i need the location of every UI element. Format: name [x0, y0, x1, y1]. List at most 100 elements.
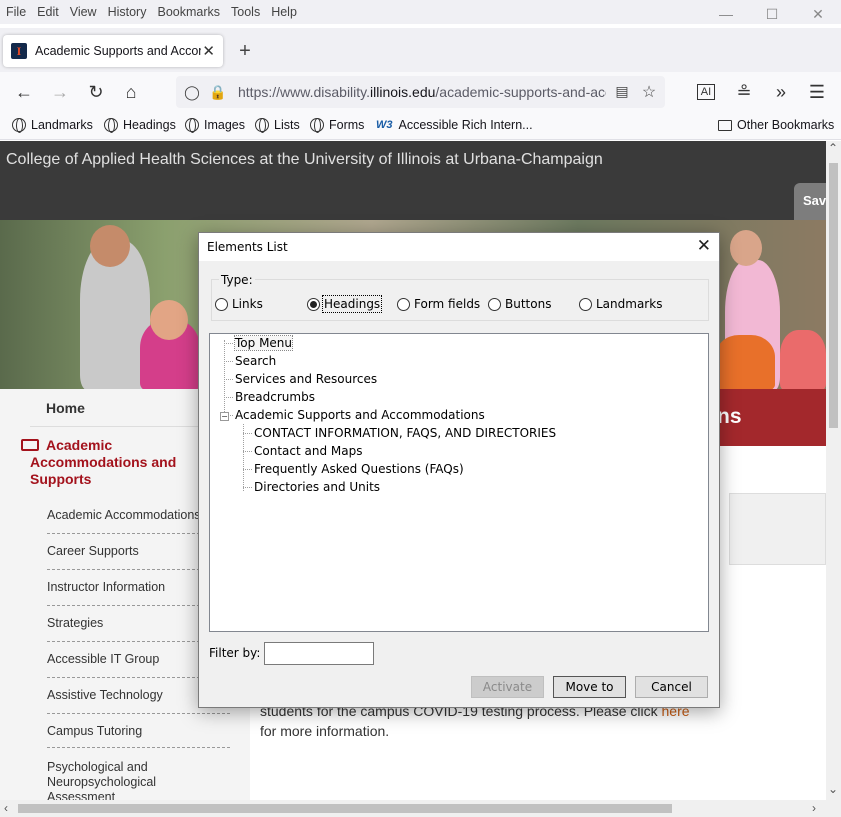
tree-line [243, 424, 244, 491]
bookmark-lists[interactable]: Lists [255, 118, 300, 133]
college-name[interactable]: College of Applied Health Sciences at th… [6, 151, 603, 169]
scroll-left-icon[interactable]: ‹ [4, 801, 8, 815]
url-suffix: /academic-supports-and-accommodations [435, 84, 606, 100]
radio-links[interactable]: Links [215, 297, 263, 311]
radio-form-fields[interactable]: Form fields [397, 297, 480, 311]
lock-icon[interactable]: 🔒 [208, 84, 228, 101]
nav-home[interactable]: Home [46, 400, 85, 416]
scroll-down-icon[interactable]: ⌄ [828, 782, 838, 796]
folder-icon [718, 119, 732, 131]
radio-circle[interactable] [579, 297, 592, 311]
person-figure [780, 330, 826, 389]
sidebar-box [729, 493, 826, 565]
url-bar[interactable]: ◯ 🔒 https://www.disability.illinois.edu/… [176, 76, 665, 108]
tree-item[interactable]: Search [235, 354, 276, 368]
tree-line [224, 379, 233, 380]
home-icon[interactable]: ⌂ [119, 80, 143, 104]
sync-extension-icon[interactable]: ≗ [732, 80, 756, 104]
page-heading: ns [717, 405, 742, 428]
other-bookmarks-label: Other Bookmarks [737, 118, 835, 132]
forward-icon[interactable]: → [48, 80, 72, 104]
bookmark-landmarks[interactable]: Landmarks [12, 118, 93, 133]
vertical-scrollbar[interactable]: ⌃ ⌄ [826, 141, 841, 800]
menu-tools[interactable]: Tools [231, 5, 260, 19]
subnav-item[interactable]: Psychological and Neuropsychological Ass… [47, 760, 197, 800]
tree-item[interactable]: Academic Supports and Accommodations [235, 408, 485, 422]
bookmark-star-icon[interactable]: ☆ [639, 82, 659, 102]
bookmark-images[interactable]: Images [185, 118, 245, 133]
bookmark-headings[interactable]: Headings [104, 118, 176, 133]
ai-extension-icon[interactable]: AI [697, 84, 715, 100]
tree-item[interactable]: Services and Resources [235, 372, 377, 386]
tree-item[interactable]: Contact and Maps [254, 444, 362, 458]
menu-bookmarks[interactable]: Bookmarks [157, 5, 220, 19]
scroll-thumb[interactable] [18, 804, 672, 813]
section-title[interactable]: Academic Accommodations and Supports [30, 437, 210, 488]
cancel-button[interactable]: Cancel [635, 676, 708, 698]
bookmark-label: Images [204, 118, 245, 132]
radio-circle-selected[interactable] [307, 297, 320, 311]
horizontal-scrollbar[interactable]: ‹ › [0, 800, 841, 817]
radio-buttons[interactable]: Buttons [488, 297, 551, 311]
radio-circle[interactable] [215, 297, 228, 311]
menu-file[interactable]: File [6, 5, 26, 19]
save-tab[interactable]: Sav [794, 183, 826, 220]
w3c-icon: W3 [376, 119, 393, 131]
scroll-right-icon[interactable]: › [812, 801, 816, 815]
radio-headings[interactable]: Headings [307, 295, 383, 313]
move-to-button[interactable]: Move to [553, 676, 626, 698]
minimize-icon[interactable]: — [703, 0, 749, 28]
new-tab-icon[interactable]: + [234, 40, 256, 63]
tree-item[interactable]: Breadcrumbs [235, 390, 315, 404]
collapse-icon[interactable]: − [220, 412, 229, 421]
close-icon[interactable]: ✕ [697, 236, 711, 256]
bookmark-forms[interactable]: Forms [310, 118, 364, 133]
radio-label: Links [232, 297, 263, 311]
radio-landmarks[interactable]: Landmarks [579, 297, 662, 311]
overflow-chevrons-icon[interactable]: » [769, 80, 793, 104]
reload-icon[interactable]: ↻ [84, 80, 108, 104]
maximize-icon[interactable]: ☐ [749, 0, 795, 28]
shield-icon[interactable]: ◯ [182, 84, 202, 101]
tree-item[interactable]: Directories and Units [254, 480, 380, 494]
radio-label: Headings [321, 295, 383, 313]
bookmarks-bar: Landmarks Headings Images Lists Forms W3… [0, 112, 841, 140]
menu-history[interactable]: History [108, 5, 147, 19]
globe-icon [255, 118, 269, 133]
url-text[interactable]: https://www.disability.illinois.edu/acad… [238, 84, 606, 100]
bookmark-label: Landmarks [31, 118, 93, 132]
tab-active[interactable]: I Academic Supports and Accommodations ✕ [3, 35, 223, 67]
tab-title: Academic Supports and Accommodations [35, 44, 201, 58]
tree-line [224, 397, 233, 398]
tree-item[interactable]: Frequently Asked Questions (FAQs) [254, 462, 464, 476]
dialog-titlebar: Elements List ✕ [199, 233, 719, 261]
tab-close-icon[interactable]: ✕ [202, 42, 215, 60]
type-label: Type: [219, 273, 255, 287]
globe-icon [310, 118, 324, 133]
menu-help[interactable]: Help [271, 5, 297, 19]
menu-edit[interactable]: Edit [37, 5, 59, 19]
bookmark-aria[interactable]: W3 Accessible Rich Intern... [376, 118, 533, 132]
window-close-icon[interactable]: ✕ [795, 0, 841, 28]
headings-tree[interactable]: − Top Menu Search Services and Resources… [209, 333, 709, 632]
radio-circle[interactable] [488, 297, 501, 311]
tree-item[interactable]: Top Menu [233, 335, 294, 351]
radio-label: Form fields [414, 297, 481, 311]
radio-circle[interactable] [397, 297, 410, 311]
back-icon[interactable]: ← [12, 80, 36, 104]
hamburger-menu-icon[interactable]: ☰ [805, 80, 829, 104]
other-bookmarks[interactable]: Other Bookmarks [718, 118, 834, 132]
activate-button[interactable]: Activate [471, 676, 544, 698]
tree-line [243, 487, 252, 488]
filter-input[interactable] [264, 642, 374, 665]
subnav-item[interactable]: Campus Tutoring [47, 724, 232, 739]
menu-view[interactable]: View [70, 5, 97, 19]
url-domain: illinois.edu [370, 84, 436, 100]
tree-line [243, 451, 252, 452]
person-head [150, 300, 188, 340]
scroll-up-icon[interactable]: ⌃ [828, 141, 838, 155]
elements-list-dialog: Elements List ✕ Type: Links Headings For… [198, 232, 720, 708]
tree-item[interactable]: CONTACT INFORMATION, FAQS, AND DIRECTORI… [254, 426, 556, 440]
reader-view-icon[interactable]: ▤ [612, 83, 632, 100]
scroll-thumb[interactable] [829, 163, 838, 428]
